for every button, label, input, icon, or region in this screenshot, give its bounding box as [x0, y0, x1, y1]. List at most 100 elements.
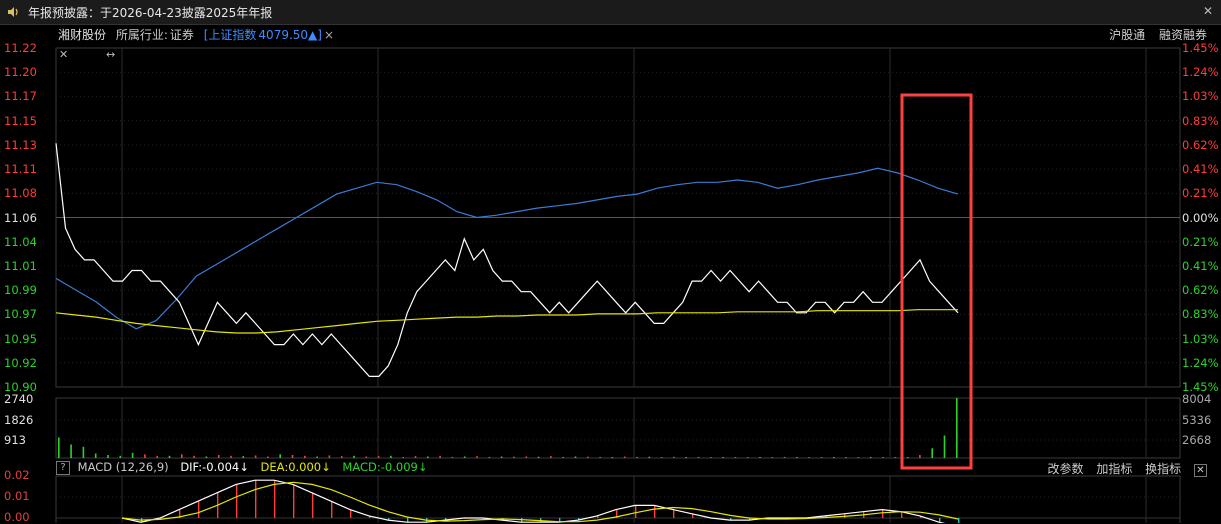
volume-bar	[254, 455, 257, 458]
volume-bar	[845, 457, 847, 458]
volume-bar	[144, 454, 146, 458]
macd-bar	[882, 509, 884, 518]
volume-bar	[316, 456, 318, 458]
volume-bar	[58, 437, 60, 458]
macd-name[interactable]: MACD (12,26,9)	[78, 460, 169, 474]
switch-indicator-button[interactable]: 换指标	[1145, 462, 1181, 476]
price-line	[55, 143, 959, 377]
volume-bar	[894, 457, 897, 458]
volume-bar	[217, 455, 220, 458]
volume-bar	[168, 455, 171, 458]
volume-bar	[513, 456, 515, 458]
volume-bar	[107, 455, 109, 458]
volume-bar	[427, 456, 429, 458]
cross-icon: ✕	[59, 48, 68, 61]
volume-bar	[451, 456, 454, 458]
volume-bar	[685, 457, 687, 458]
add-indicator-button[interactable]: 加指标	[1096, 462, 1132, 476]
volume-bar	[402, 456, 404, 458]
macd-dea: DEA:0.000↓	[260, 460, 331, 474]
volume-bar	[340, 456, 343, 458]
macd-bar	[312, 492, 314, 518]
volume-bar	[599, 456, 601, 458]
volume-frame	[55, 397, 1181, 459]
macd-bar	[331, 501, 333, 518]
volume-bar	[94, 453, 97, 458]
volume-bar	[869, 457, 872, 458]
macd-bar	[255, 480, 257, 518]
volume-bar	[906, 457, 909, 458]
volume-bar	[833, 457, 835, 458]
volume-bar	[193, 455, 195, 458]
macd-bar	[274, 480, 276, 518]
volume-bar	[463, 456, 466, 458]
volume-bar	[722, 457, 724, 458]
macd-value: MACD:-0.009↓	[342, 460, 428, 474]
help-icon[interactable]: ?	[56, 460, 70, 475]
macd-header: ? MACD (12,26,9) DIF:-0.004↓ DEA:0.000↓ …	[56, 460, 1180, 476]
volume-bar	[956, 398, 958, 458]
volume-bar	[820, 457, 823, 458]
change-params-button[interactable]: 改参数	[1047, 462, 1083, 476]
volume-bar	[390, 455, 392, 458]
volume-bar	[488, 456, 491, 458]
volume-bar	[414, 456, 417, 458]
intraday-chart[interactable]: ✕ ↔	[0, 0, 1221, 523]
volume-bar	[882, 457, 884, 458]
macd-bar	[198, 501, 200, 518]
macd-bar	[236, 484, 238, 518]
macd-toolbar: 改参数 加指标 换指标 ✕	[1038, 460, 1207, 477]
volume-bar	[550, 456, 552, 458]
volume-bar	[476, 456, 478, 458]
volume-bar	[156, 456, 158, 458]
volume-bar	[377, 456, 380, 458]
volume-bar	[943, 435, 946, 458]
volume-bar	[648, 456, 651, 458]
volume-bar	[808, 457, 810, 458]
volume-bar	[771, 457, 774, 458]
average-line	[55, 309, 958, 334]
volume-bar	[304, 455, 306, 458]
resize-icon: ↔	[106, 48, 115, 61]
macd-bar	[958, 518, 960, 523]
volume-bar	[242, 456, 245, 458]
volume-bar	[783, 456, 786, 458]
macd-bar	[407, 518, 409, 523]
volume-bar	[82, 446, 85, 458]
volume-bar	[931, 448, 933, 458]
index-line	[55, 167, 959, 330]
volume-bar	[365, 456, 368, 458]
volume-bar	[673, 456, 675, 458]
volume-bar	[131, 452, 134, 458]
volume-bar	[500, 456, 503, 458]
close-indicator-icon[interactable]: ✕	[1194, 464, 1207, 477]
volume-bar	[697, 456, 700, 458]
volume-bar	[205, 456, 208, 458]
volume-bar	[759, 457, 761, 458]
macd-bar	[350, 509, 352, 518]
highlight-box	[900, 93, 973, 470]
volume-bar	[623, 456, 626, 458]
volume-bar	[636, 456, 638, 458]
volume-bar	[611, 457, 614, 458]
volume-bar	[119, 455, 122, 458]
volume-bar	[796, 457, 798, 458]
volume-bar	[279, 454, 281, 458]
volume-bar	[710, 457, 712, 458]
macd-bar	[673, 509, 675, 518]
macd-bar	[635, 505, 637, 518]
volume-bar	[328, 455, 331, 458]
volume-bar	[291, 455, 294, 458]
volume-bar	[746, 457, 749, 458]
volume-bar	[919, 455, 921, 458]
volume-bar	[230, 455, 232, 458]
volume-bar	[857, 457, 860, 458]
volume-bar	[439, 455, 441, 458]
volume-bar	[587, 456, 589, 458]
macd-dea-line	[121, 481, 959, 523]
macd-bar	[293, 484, 295, 518]
volume-bar	[537, 456, 540, 458]
macd-bar	[654, 505, 656, 518]
volume-bar	[181, 454, 183, 458]
volume-bar	[562, 456, 564, 458]
